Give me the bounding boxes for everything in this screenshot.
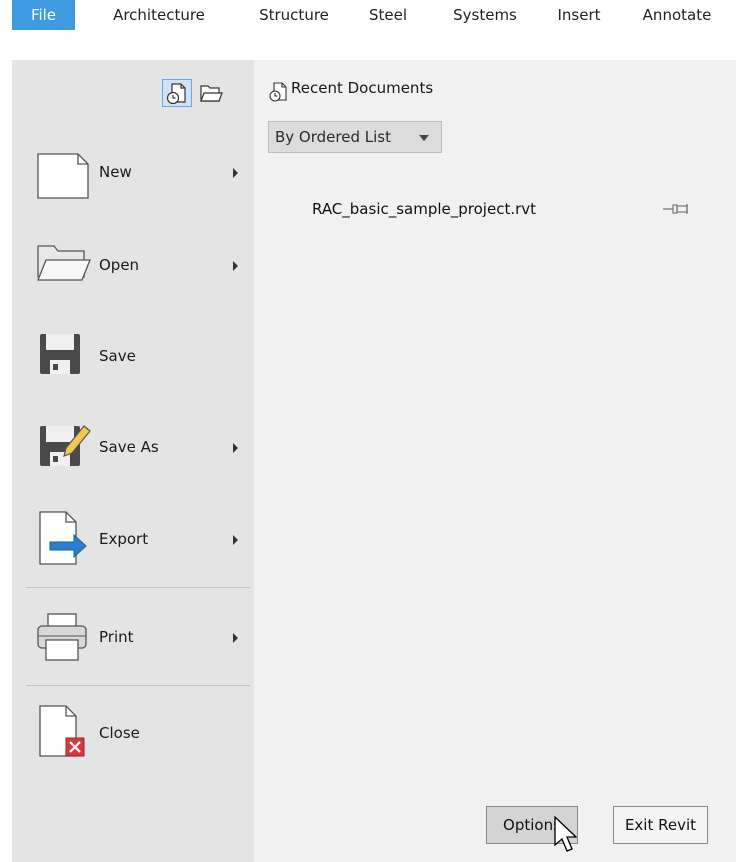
menu-item-label: Close bbox=[99, 724, 140, 742]
tab-annotate[interactable]: Annotate bbox=[618, 0, 736, 30]
tab-structure[interactable]: Structure bbox=[246, 0, 342, 30]
menu-item-label: Save bbox=[99, 347, 136, 365]
submenu-arrow-icon bbox=[233, 535, 238, 545]
menu-item-label: Export bbox=[99, 530, 149, 548]
sort-order-dropdown[interactable]: By Ordered List bbox=[268, 121, 442, 153]
menu-item-label: Save As bbox=[99, 438, 159, 456]
folder-open-icon bbox=[37, 245, 91, 281]
tab-architecture[interactable]: Architecture bbox=[86, 0, 232, 30]
menu-view-toggle bbox=[162, 79, 236, 107]
menu-item-print[interactable]: Print bbox=[12, 592, 254, 680]
export-icon bbox=[39, 511, 87, 565]
floppy-disk-icon bbox=[40, 334, 80, 374]
tab-systems[interactable]: Systems bbox=[440, 0, 530, 30]
menu-item-label: New bbox=[99, 163, 132, 181]
recent-docs-icon bbox=[269, 82, 287, 102]
sort-order-value: By Ordered List bbox=[275, 128, 391, 146]
menu-item-label: Print bbox=[99, 628, 134, 646]
submenu-arrow-icon bbox=[233, 168, 238, 178]
recent-documents-view-button[interactable] bbox=[162, 79, 192, 107]
menu-item-open[interactable]: Open bbox=[12, 222, 254, 310]
ribbon-tab-bar: File Architecture Structure Steel System… bbox=[0, 0, 736, 30]
exit-revit-button[interactable]: Exit Revit bbox=[613, 806, 708, 844]
close-document-icon bbox=[39, 705, 85, 757]
menu-item-save[interactable]: Save bbox=[12, 310, 254, 398]
printer-icon bbox=[37, 613, 87, 661]
submenu-arrow-icon bbox=[233, 633, 238, 643]
recent-file-item[interactable]: RAC_basic_sample_project.rvt bbox=[312, 200, 536, 218]
submenu-arrow-icon bbox=[233, 443, 238, 453]
mouse-pointer-icon bbox=[554, 815, 577, 852]
folder-icon bbox=[200, 85, 223, 102]
chevron-down-icon bbox=[419, 135, 429, 141]
menu-item-save-as[interactable]: Save As bbox=[12, 400, 254, 488]
menu-item-close[interactable]: Close bbox=[12, 690, 254, 778]
menu-item-label: Open bbox=[99, 256, 140, 274]
recent-docs-icon bbox=[166, 83, 186, 105]
tab-insert[interactable]: Insert bbox=[548, 0, 610, 30]
recent-documents-title: Recent Documents bbox=[291, 79, 434, 97]
menu-separator bbox=[26, 685, 250, 686]
new-document-icon bbox=[37, 153, 89, 199]
menu-separator bbox=[26, 587, 250, 588]
recent-documents-pane bbox=[254, 60, 736, 862]
pin-icon[interactable] bbox=[663, 202, 691, 216]
menu-item-export[interactable]: Export bbox=[12, 494, 254, 582]
tab-file[interactable]: File bbox=[12, 0, 75, 30]
tab-steel[interactable]: Steel bbox=[360, 0, 416, 30]
save-as-icon bbox=[40, 425, 91, 466]
menu-item-new[interactable]: New bbox=[12, 128, 254, 216]
submenu-arrow-icon bbox=[233, 261, 238, 271]
open-documents-view-button[interactable] bbox=[196, 79, 226, 107]
